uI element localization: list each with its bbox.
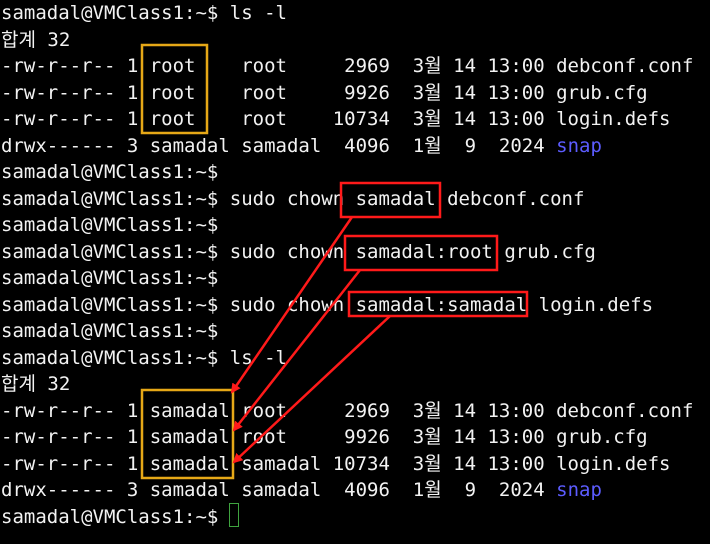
line-text: -rw-r--r-- 1 samadal root 2969 3월 14 13:… — [1, 399, 694, 422]
line-text: -rw-r--r-- 1 root root 9926 3월 14 13:00 … — [1, 81, 648, 104]
line-text: -rw-r--r-- 1 samadal root 9926 3월 14 13:… — [1, 426, 648, 448]
line-text: -rw-r--r-- 1 root root 2969 3월 14 13:00 … — [1, 55, 694, 77]
terminal-line: -rw-r--r-- 1 root root 10734 3월 14 13:00… — [1, 106, 671, 133]
line-text: drwx------ 3 samadal samadal 4096 1월 9 2… — [1, 134, 557, 157]
line-text: samadal@VMClass1:~$ — [1, 161, 219, 183]
terminal-line: samadal@VMClass1:~$ sudo chown samadal:s… — [1, 292, 653, 319]
line-text: -rw-r--r-- 1 samadal samadal 10734 3월 14… — [1, 452, 671, 475]
line-text: samadal@VMClass1:~$ — [1, 267, 219, 289]
directory-name: snap — [556, 479, 602, 501]
line-text: -rw-r--r-- 1 root root 10734 3월 14 13:00… — [1, 108, 671, 130]
terminal-line: samadal@VMClass1:~$ — [1, 159, 218, 186]
terminal-line: samadal@VMClass1:~$ ls -l — [1, 345, 287, 372]
line-text: samadal@VMClass1:~$ — [1, 320, 219, 342]
line-text: samadal@VMClass1:~$ — [1, 505, 230, 528]
terminal-line: -rw-r--r-- 1 root root 9926 3월 14 13:00 … — [1, 80, 648, 107]
terminal-line: samadal@VMClass1:~$ — [1, 265, 218, 292]
terminal-line: -rw-r--r-- 1 samadal root 9926 3월 14 13:… — [1, 424, 648, 451]
line-text: samadal@VMClass1:~$ sudo chown samadal:s… — [1, 293, 654, 316]
line-text: drwx------ 3 samadal samadal 4096 1월 9 2… — [1, 479, 557, 501]
terminal-line: -rw-r--r-- 1 samadal root 2969 3월 14 13:… — [1, 398, 693, 425]
terminal-line: samadal@VMClass1:~$ — [1, 212, 218, 239]
terminal-line: -rw-r--r-- 1 root root 2969 3월 14 13:00 … — [1, 53, 693, 80]
line-text: samadal@VMClass1:~$ ls -l — [1, 2, 287, 24]
directory-name: snap — [556, 134, 602, 157]
line-text: samadal@VMClass1:~$ sudo chown samadal:r… — [1, 240, 596, 263]
terminal-line: samadal@VMClass1:~$ ls -l — [1, 0, 287, 27]
terminal-window[interactable]: samadal@VMClass1:~$ ls -l 합계 32 -rw-r--r--… — [0, 0, 710, 544]
terminal-line: samadal@VMClass1:~$ — [1, 504, 230, 531]
terminal-cursor — [229, 503, 239, 527]
terminal-line: -rw-r--r-- 1 samadal samadal 10734 3월 14… — [1, 451, 671, 478]
line-text: 합계 32 — [1, 28, 71, 51]
line-text: samadal@VMClass1:~$ sudo chown samadal d… — [1, 187, 585, 210]
terminal-line: samadal@VMClass1:~$ sudo chown samadal:r… — [1, 239, 596, 266]
terminal-line: 합계 32 — [1, 27, 70, 54]
line-text: samadal@VMClass1:~$ — [1, 214, 219, 236]
terminal-line: drwx------ 3 samadal samadal 4096 1월 9 2… — [1, 477, 602, 504]
terminal-line: samadal@VMClass1:~$ sudo chown samadal d… — [1, 186, 584, 213]
terminal-line: drwx------ 3 samadal samadal 4096 1월 9 2… — [1, 133, 602, 160]
terminal-line: 합계 32 — [1, 371, 70, 398]
line-text: 합계 32 — [1, 373, 71, 395]
terminal-line: samadal@VMClass1:~$ — [1, 318, 218, 345]
line-text: samadal@VMClass1:~$ ls -l — [1, 346, 287, 369]
